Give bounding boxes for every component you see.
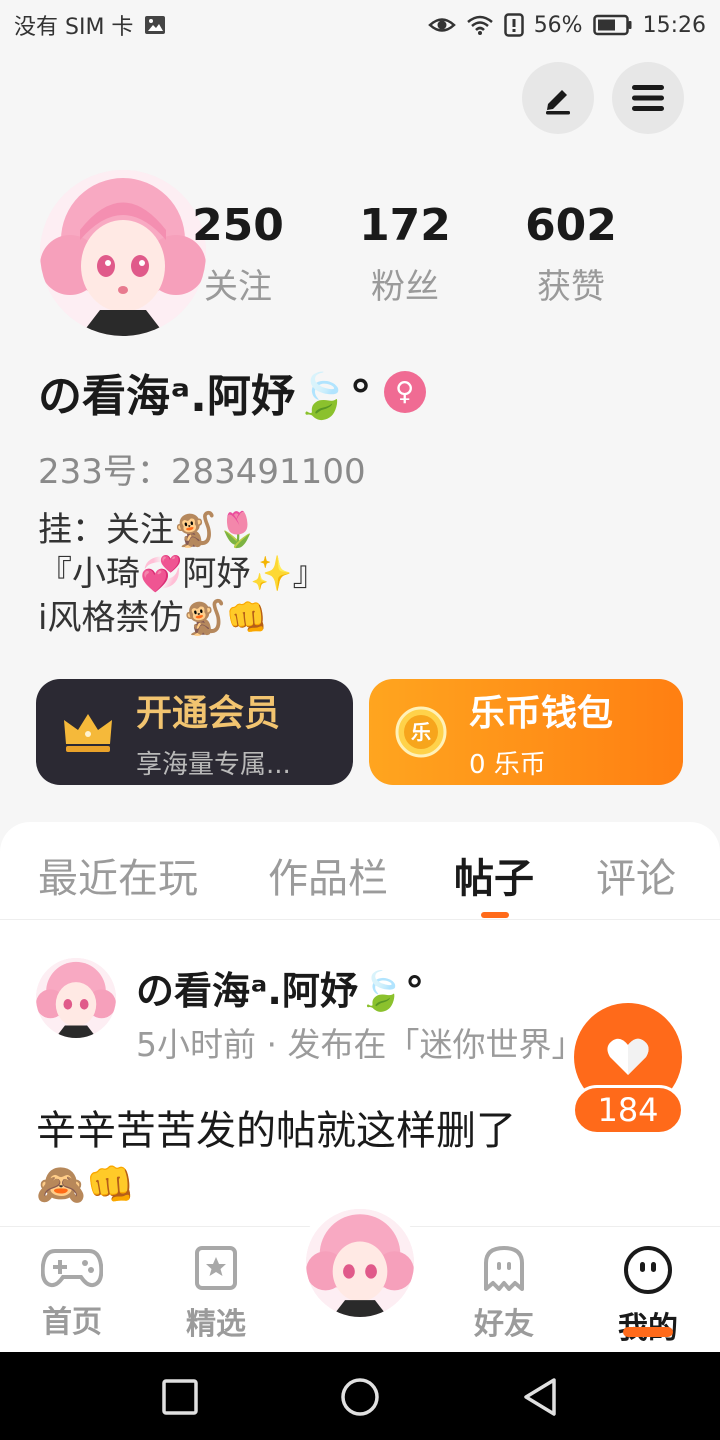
post-meta: 5小时前 · 发布在「迷你世界」 [136,1025,585,1064]
like-button[interactable]: 184 [572,1003,684,1135]
wallet-card[interactable]: 乐 乐币钱包 0 乐币 [369,679,683,785]
nav-friends-label: 好友 [474,1307,534,1342]
crown-icon [62,710,114,754]
eye-icon [427,14,456,36]
stat-following[interactable]: 250 关注 [178,200,298,308]
clock-time: 15:26 [642,12,706,38]
star-icon [194,1245,238,1291]
recent-apps-icon[interactable] [162,1379,198,1415]
profile-nickname: の看海ᵃ.阿妤🍃° ♀ [38,360,426,424]
post-author-name[interactable]: の看海ᵃ.阿妤🍃° [136,960,424,1015]
nav-me[interactable]: 我的 [598,1245,698,1347]
user-id: 233号：283491100 [38,452,366,492]
vip-title: 开通会员 [136,692,281,734]
bio-line: i风格禁仿🐒👊 [38,598,269,638]
stat-followers-value: 172 [359,200,451,251]
stat-followers[interactable]: 172 粉丝 [345,200,465,308]
profile-bio: 挂：关注🐒🌷 『小琦💞阿妤✨』 i风格禁仿🐒👊 [38,508,327,640]
wifi-icon [466,14,494,36]
stat-following-value: 250 [192,200,284,251]
status-bar: 没有 SIM 卡 56% 15:26 [0,0,720,50]
carrier-text: 没有 SIM 卡 [14,15,134,40]
stat-likes[interactable]: 602 获赞 [511,200,631,308]
edit-profile-button[interactable] [522,62,594,134]
tab-comments[interactable]: 评论 [596,846,676,904]
gender-female-icon: ♀ [383,371,426,413]
system-navigation-bar [0,1352,720,1440]
vip-subtitle: 享海量专属... [136,749,291,780]
battery-percent: 56% [533,12,583,38]
face-icon [623,1245,673,1295]
nav-home-label: 首页 [42,1305,102,1340]
stat-followers-label: 粉丝 [371,267,439,307]
avatar-illustration [306,1209,414,1317]
ghost-icon [482,1245,526,1291]
post-author-avatar[interactable] [36,958,116,1038]
gamepad-icon [41,1245,103,1289]
menu-icon [630,83,666,113]
like-count: 184 [572,1085,684,1135]
heart-icon [606,1037,650,1077]
active-tab-indicator [481,912,509,918]
wallet-title: 乐币钱包 [469,692,614,734]
bottom-navigation: 首页 精选 好友 我的 [0,1201,720,1352]
nav-featured[interactable]: 精选 [166,1245,266,1343]
bio-line: 『小琦💞阿妤✨』 [38,554,327,594]
tab-works[interactable]: 作品栏 [268,846,388,904]
tab-recently-played[interactable]: 最近在玩 [38,846,198,904]
edit-icon [540,80,576,116]
nav-featured-label: 精选 [186,1307,246,1342]
back-icon[interactable] [522,1377,558,1417]
coin-icon: 乐 [395,706,447,758]
tab-posts[interactable]: 帖子 [454,846,534,904]
nav-me-indicator [623,1327,673,1337]
coin-glyph: 乐 [411,720,431,744]
alert-icon [503,13,524,37]
nav-home[interactable]: 首页 [22,1245,122,1341]
nav-me-label: 我的 [598,1303,698,1347]
stat-following-label: 关注 [204,267,272,307]
battery-icon [592,14,633,36]
stat-likes-label: 获赞 [537,267,605,307]
vip-membership-card[interactable]: 开通会员 享海量专属... [36,679,353,785]
nav-center-avatar[interactable] [298,1201,422,1325]
avatar-illustration [36,958,116,1038]
nickname-text: の看海ᵃ.阿妤🍃° [38,371,372,422]
profile-tabs: 最近在玩 作品栏 帖子 评论 [0,822,720,920]
nav-friends[interactable]: 好友 [454,1245,554,1343]
wallet-balance: 0 乐币 [469,749,546,780]
image-icon [143,13,167,37]
bio-line: 挂：关注🐒🌷 [38,510,259,550]
home-icon[interactable] [340,1377,380,1417]
menu-button[interactable] [612,62,684,134]
stat-likes-value: 602 [525,200,617,251]
